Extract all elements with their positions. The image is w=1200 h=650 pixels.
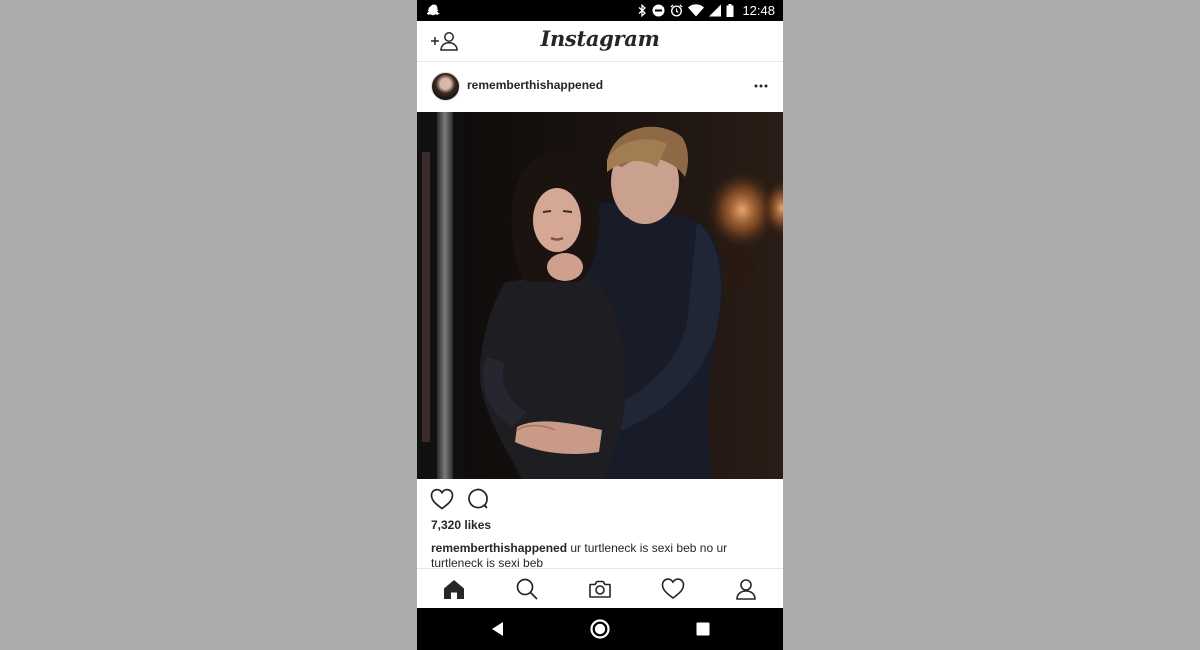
home-circle-icon[interactable] (590, 619, 610, 639)
signal-icon (709, 4, 722, 17)
camera-icon[interactable] (588, 577, 612, 601)
post-actions (417, 487, 783, 513)
snapchat-icon (427, 4, 440, 16)
post-caption: rememberthishappened ur turtleneck is se… (431, 541, 761, 571)
caption-username[interactable]: rememberthishappened (431, 541, 567, 555)
bottom-nav (417, 568, 783, 609)
likes-count[interactable]: 7,320 likes (431, 518, 491, 532)
post-photo[interactable] (417, 112, 783, 479)
bluetooth-icon (639, 4, 647, 17)
app-logo: Instagram (540, 26, 660, 51)
recents-icon[interactable] (693, 619, 713, 639)
android-nav-bar (417, 608, 783, 650)
comment-icon[interactable] (467, 488, 489, 510)
status-bar: 12:48 (417, 0, 783, 21)
do-not-disturb-icon (652, 4, 665, 17)
heart-icon[interactable] (661, 577, 685, 601)
app-header: Instagram (417, 21, 783, 62)
alarm-icon (670, 4, 683, 17)
like-heart-icon[interactable] (430, 488, 454, 510)
battery-icon (726, 4, 734, 17)
profile-icon[interactable] (734, 577, 758, 601)
phone-screen: 12:48 Instagram rememberthishappened 7,3… (417, 0, 783, 650)
post-header: rememberthishappened (417, 62, 783, 112)
home-icon[interactable] (442, 577, 466, 601)
back-icon[interactable] (488, 619, 508, 639)
post-photo-image (417, 112, 783, 479)
avatar[interactable] (431, 72, 460, 101)
status-time: 12:48 (742, 3, 775, 18)
wifi-icon (688, 4, 705, 17)
search-icon[interactable] (515, 577, 539, 601)
post-username[interactable]: rememberthishappened (467, 78, 603, 92)
more-icon[interactable] (753, 78, 769, 94)
